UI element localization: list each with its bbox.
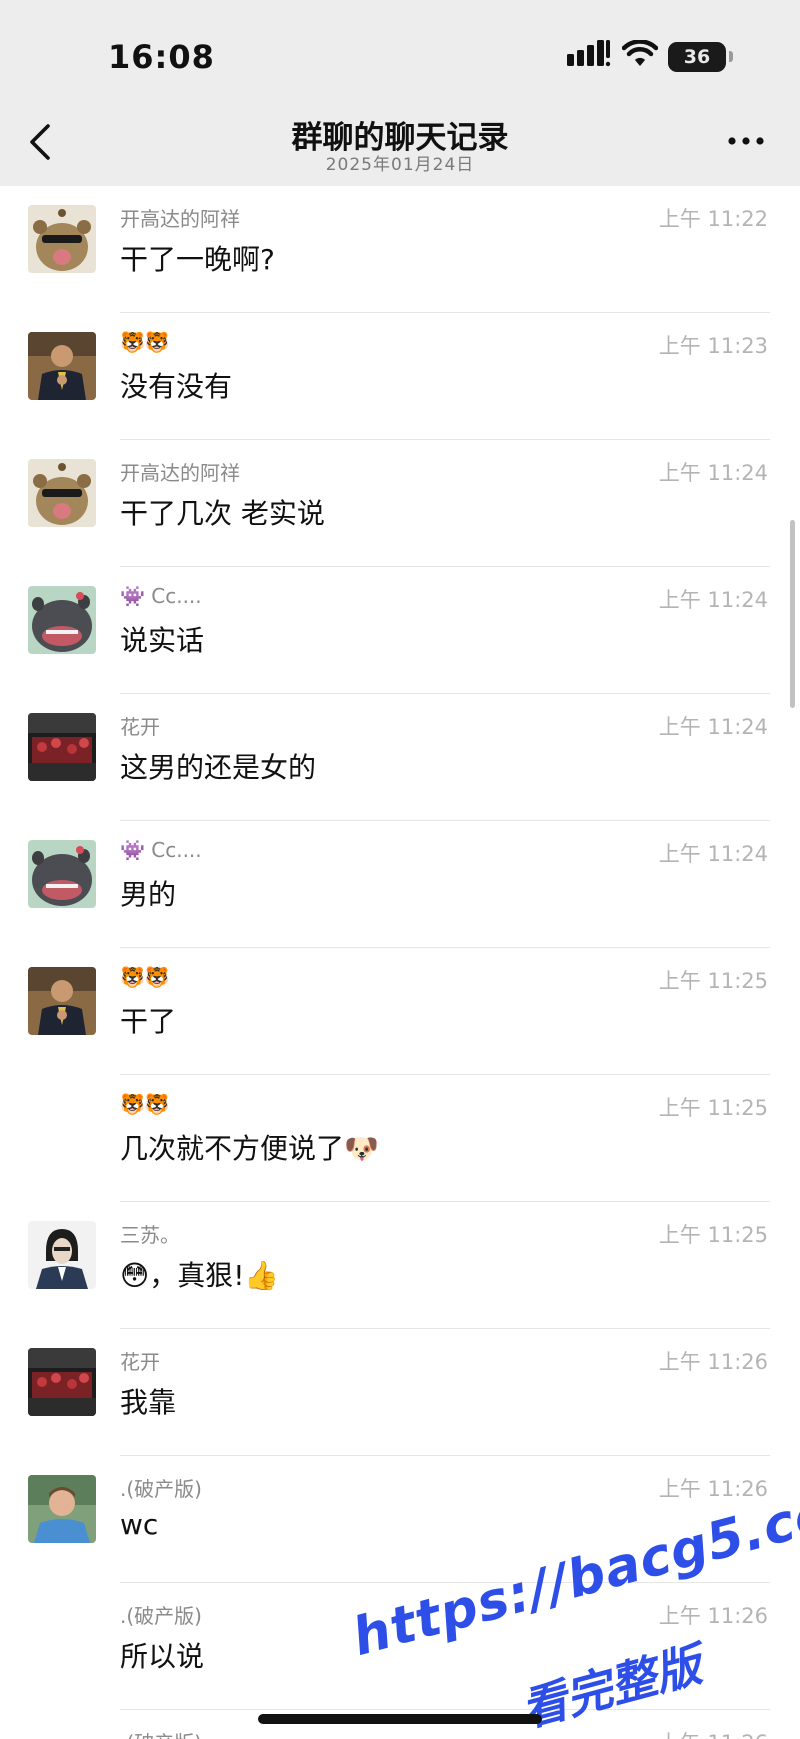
battery-cap <box>729 51 733 62</box>
message-item[interactable]: 开高达的阿祥 上午 11:22 干了一晚啊? <box>0 186 800 313</box>
status-time: 16:08 <box>108 38 215 76</box>
message-item[interactable]: 👾 Cc.... 上午 11:24 男的 <box>0 821 800 948</box>
sender-name: 花开 <box>120 1350 160 1374</box>
flowers-avatar[interactable] <box>28 713 96 781</box>
message-time: 上午 11:24 <box>658 715 768 739</box>
message-text: 干了一晚啊? <box>120 243 275 276</box>
battery-level: 36 <box>683 46 711 68</box>
message-item[interactable]: .(破产版) 上午 11:26 wc <box>0 1456 800 1583</box>
message-time: 上午 11:24 <box>658 461 768 485</box>
message-time: 上午 11:25 <box>658 969 768 993</box>
more-horizontal-icon <box>728 137 736 145</box>
bear-avatar[interactable] <box>28 205 96 273</box>
man-suit-avatar[interactable] <box>28 967 96 1035</box>
message-item[interactable]: 🐯🐯 上午 11:25 干了 <box>0 948 800 1075</box>
message-text: 干了 <box>120 1005 177 1038</box>
message-time: 上午 11:24 <box>658 842 768 866</box>
message-text: 几次就不方便说了🐶 <box>120 1132 379 1165</box>
message-text: wc <box>120 1508 159 1541</box>
sender-name: 👾 Cc.... <box>120 584 202 608</box>
sender-name: .(破产版) <box>120 1727 202 1739</box>
hippo-avatar[interactable] <box>28 840 96 908</box>
sender-name: 👾 Cc.... <box>120 838 202 862</box>
hippo-avatar[interactable] <box>28 586 96 654</box>
sender-name: 🐯🐯 <box>120 330 170 354</box>
home-indicator[interactable] <box>258 1714 542 1724</box>
message-time: 上午 11:26 <box>659 1727 768 1739</box>
message-item[interactable]: 花开 上午 11:26 我靠 <box>0 1329 800 1456</box>
message-time: 上午 11:22 <box>658 207 768 231</box>
sender-name: .(破产版) <box>120 1477 202 1501</box>
message-item[interactable]: 三苏。 上午 11:25 😳，真狠!👍 <box>0 1202 800 1329</box>
message-text: 说实话 <box>120 624 205 657</box>
message-time: 上午 11:25 <box>658 1223 768 1247</box>
sender-name: 🐯🐯 <box>120 1092 170 1116</box>
battery-icon: 36 <box>668 42 726 72</box>
message-item[interactable]: 花开 上午 11:24 这男的还是女的 <box>0 694 800 821</box>
page-date: 2025年01月24日 <box>325 155 475 175</box>
message-time: 上午 11:26 <box>658 1604 768 1628</box>
message-item[interactable]: .(破产版) 上午 11:26 所以说 <box>0 1583 800 1710</box>
sender-name: .(破产版) <box>120 1604 202 1628</box>
signal-icon <box>567 40 611 67</box>
message-item[interactable]: 🐯🐯 上午 11:25 几次就不方便说了🐶 <box>0 1075 800 1202</box>
message-text: 男的 <box>120 878 177 911</box>
more-button[interactable] <box>726 128 766 154</box>
sketch-avatar[interactable] <box>28 1221 96 1289</box>
message-time: 上午 11:24 <box>658 588 768 612</box>
message-text: 干了几次 老实说 <box>120 497 325 530</box>
wifi-icon <box>622 40 658 66</box>
sender-name: 🐯🐯 <box>120 965 170 989</box>
sender-name: 三苏。 <box>120 1223 180 1247</box>
message-text: 😳，真狠!👍 <box>120 1259 280 1292</box>
message-item[interactable]: 👾 Cc.... 上午 11:24 说实话 <box>0 567 800 694</box>
scrollbar[interactable] <box>790 520 795 708</box>
message-time: 上午 11:25 <box>658 1096 768 1120</box>
top-bar: 16:08 36 群聊的聊天记录 2025年01月24日 <box>0 0 800 186</box>
message-text: 我靠 <box>120 1386 177 1419</box>
message-text: 没有没有 <box>120 370 233 403</box>
message-time: 上午 11:23 <box>658 334 768 358</box>
message-item[interactable]: 🐯🐯 上午 11:23 没有没有 <box>0 313 800 440</box>
message-time: 上午 11:26 <box>658 1477 768 1501</box>
guy-avatar[interactable] <box>28 1475 96 1543</box>
sender-name: 开高达的阿祥 <box>120 461 240 485</box>
sender-name: 花开 <box>120 715 160 739</box>
message-item[interactable]: 开高达的阿祥 上午 11:24 干了几次 老实说 <box>0 440 800 567</box>
message-time: 上午 11:26 <box>658 1350 768 1374</box>
sender-name: 开高达的阿祥 <box>120 207 240 231</box>
message-text: 所以说 <box>120 1640 205 1673</box>
message-text: 这男的还是女的 <box>120 751 317 784</box>
bear-avatar[interactable] <box>28 459 96 527</box>
flowers-avatar[interactable] <box>28 1348 96 1416</box>
man-suit-avatar[interactable] <box>28 332 96 400</box>
